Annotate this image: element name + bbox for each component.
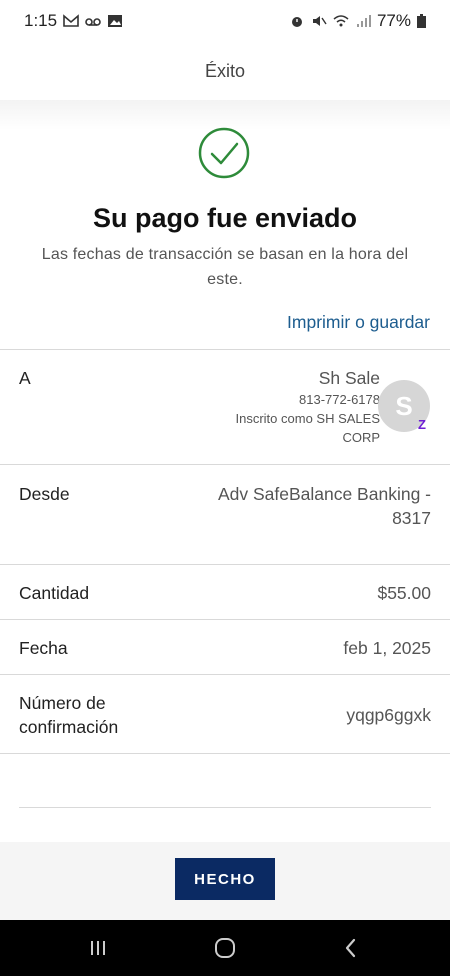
detail-row-to: A Sh Sale 813-772-6178 Inscrito como SH … bbox=[0, 349, 450, 464]
zelle-icon: Z bbox=[418, 417, 426, 432]
date-value: feb 1, 2025 bbox=[343, 638, 431, 658]
from-value: Adv SafeBalance Banking - 8317 bbox=[218, 482, 431, 530]
recipient-info: Sh Sale 813-772-6178 Inscrito como SH SA… bbox=[236, 366, 381, 447]
battery-icon bbox=[417, 14, 426, 28]
gallery-icon bbox=[108, 15, 123, 27]
date-label: Fecha bbox=[19, 638, 68, 658]
done-button[interactable]: HECHO bbox=[175, 858, 275, 900]
confirmation-number: yqgp6ggxk bbox=[346, 705, 431, 725]
to-label: A bbox=[19, 368, 31, 388]
back-icon[interactable] bbox=[338, 935, 364, 961]
detail-row-date: Fecha feb 1, 2025 bbox=[0, 619, 450, 674]
detail-row-confirmation: Número de confirmación yqgp6ggxk bbox=[0, 674, 450, 754]
success-title: Su pago fue enviado bbox=[92, 203, 358, 233]
status-bar: 1:15 77% bbox=[0, 0, 450, 42]
page-title: Éxito bbox=[204, 60, 246, 81]
from-label: Desde bbox=[19, 484, 70, 504]
home-icon[interactable] bbox=[212, 935, 238, 961]
system-nav-bar bbox=[0, 920, 450, 976]
confirmation-label-line1: Número de bbox=[19, 693, 106, 713]
status-time: 1:15 bbox=[24, 11, 58, 30]
signal-icon bbox=[356, 15, 371, 27]
status-left: 1:15 bbox=[24, 11, 123, 31]
gmail-icon bbox=[63, 14, 79, 27]
amount-label: Cantidad bbox=[19, 583, 90, 603]
from-account-line2: 8317 bbox=[392, 508, 431, 528]
recipient-name: Sh Sale bbox=[318, 368, 380, 388]
detail-row-amount: Cantidad $55.00 bbox=[0, 564, 450, 619]
confirmation-label-line2: confirmación bbox=[19, 717, 119, 737]
recipient-enrolled-line1: Inscrito como SH SALES bbox=[235, 411, 381, 426]
recipient-enrolled-line2: CORP bbox=[342, 430, 380, 445]
mute-icon bbox=[312, 16, 327, 26]
print-or-save-link[interactable]: Imprimir o guardar bbox=[287, 312, 430, 333]
amount-value: $55.00 bbox=[377, 583, 431, 603]
check-circle-icon bbox=[198, 127, 250, 179]
from-account-line1: Adv SafeBalance Banking - bbox=[217, 484, 431, 504]
recipient-phone: 813-772-6178 bbox=[299, 392, 380, 407]
success-header: Su pago fue enviado Las fechas de transa… bbox=[0, 100, 450, 350]
alarm-icon bbox=[291, 17, 302, 27]
timezone-note: Las fechas de transacción se basan en la… bbox=[41, 246, 409, 288]
divider bbox=[19, 807, 431, 808]
status-right: 77% bbox=[289, 11, 426, 31]
voicemail-icon bbox=[85, 18, 101, 26]
wifi-icon bbox=[333, 15, 349, 27]
confirmation-label: Número de confirmación bbox=[19, 691, 118, 739]
recent-apps-icon[interactable] bbox=[85, 935, 111, 961]
detail-row-from: Desde Adv SafeBalance Banking - 8317 bbox=[0, 464, 450, 564]
app-bar: Éxito bbox=[0, 42, 450, 100]
battery-percent: 77% bbox=[376, 11, 411, 30]
